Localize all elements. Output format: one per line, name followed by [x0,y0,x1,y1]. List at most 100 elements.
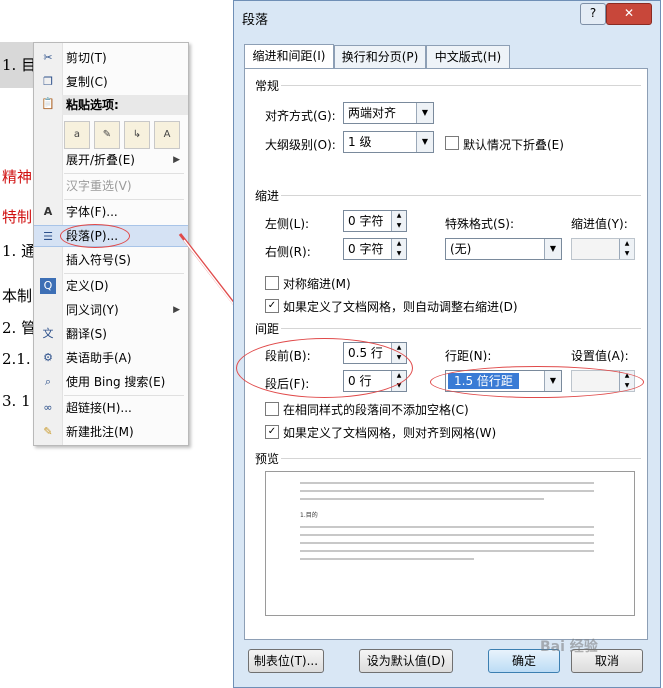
preview-sample-text: 1.目的 [300,512,318,519]
paste-header-icon-slot: 📋 [34,93,62,115]
indent-by-spinner[interactable]: ▲ ▼ [571,238,635,260]
preview-line [300,482,594,484]
collapsed-by-default-checkbox[interactable] [445,136,459,150]
button-label: 设为默认值(D) [366,654,446,668]
line-spacing-highlight-oval [430,366,644,398]
assistant-icon: ⚙ [43,351,53,364]
indent-left-spinner[interactable]: 0 字符 ▲ ▼ [343,210,407,232]
section-divider [281,458,641,459]
copy-icon: ❐ [43,75,53,88]
menu-item-copy[interactable]: ❐ 复制(C) [34,71,188,93]
menu-item-cut[interactable]: ✂ 剪切(T) [34,47,188,69]
paste-keep-format-button[interactable]: a [64,121,90,149]
preview-line [300,550,594,552]
paste-merge-format-button[interactable]: ✎ [94,121,120,149]
alignment-select[interactable]: 两端对齐 ▼ [343,102,434,124]
menu-item-label: 新建批注(M) [66,425,134,439]
auto-adjust-indent-checkbox[interactable]: ✓ [265,299,279,313]
comment-icon: ✎ [43,425,53,438]
paste-text-only-icon: A [163,129,171,140]
checkmark-icon: ✓ [267,300,277,311]
tab-asian-typography[interactable]: 中文版式(H) [426,45,510,68]
menu-item-synonyms[interactable]: 同义词(Y) ▶ [34,299,188,321]
clipboard-icon: 📋 [41,97,55,110]
paragraph-highlight-oval [60,224,130,248]
menu-item-label: 超链接(H)... [66,401,132,415]
link-icon: ∞ [43,401,53,414]
snap-to-grid-label: 如果定义了文档网格，则对齐到网格(W) [283,426,497,440]
spin-down-icon[interactable]: ▼ [391,249,406,259]
menu-item-define[interactable]: Q 定义(D) [34,275,188,297]
section-indentation: 缩进 [255,189,280,203]
menu-item-reconvert: 汉字重选(V) [34,175,188,197]
menu-item-label: 复制(C) [66,75,108,89]
submenu-arrow-icon: ▶ [173,155,180,165]
menu-item-label: 英语助手(A) [66,351,132,365]
indent-right-spinner[interactable]: 0 字符 ▲ ▼ [343,238,407,260]
doc-line: 本制 [2,287,33,305]
paragraph-preview: 1.目的 [265,471,635,616]
tabs-button[interactable]: 制表位(T)... [248,649,324,673]
preview-line [300,542,594,544]
spin-down-icon[interactable]: ▼ [391,221,406,231]
section-divider [281,195,641,196]
snap-to-grid-checkbox[interactable]: ✓ [265,425,279,439]
menu-item-label: 定义(D) [66,279,109,293]
menu-item-insert-symbol[interactable]: 插入符号(S) [34,249,188,271]
menu-item-new-comment[interactable]: ✎ 新建批注(M) [34,421,188,443]
special-indent-select[interactable]: (无) ▼ [445,238,562,260]
no-space-same-style-label: 在相同样式的段落间不添加空格(C) [283,403,469,417]
outline-level-select[interactable]: 1 级 ▼ [343,131,434,153]
tab-indents-spacing[interactable]: 缩进和间距(I) [244,44,334,69]
menu-item-label: 插入符号(S) [66,253,131,267]
doc-line: 2. 管 [2,319,37,337]
dialog-title: 段落 [242,13,269,28]
spacing-highlight-oval [236,338,413,398]
mirror-indents-checkbox[interactable] [265,276,279,290]
menu-item-english-assistant[interactable]: ⚙ 英语助手(A) [34,347,188,369]
preview-line [300,534,594,536]
menu-separator [64,395,184,396]
menu-item-expand-collapse[interactable]: 展开/折叠(E) ▶ [34,149,188,171]
checkmark-icon: ✓ [267,426,277,437]
scissors-icon: ✂ [43,51,53,64]
font-icon: A [43,205,53,218]
help-button[interactable]: ? [580,3,606,25]
alignment-value: 两端对齐 [348,106,397,120]
outline-level-label: 大纲级别(O): [265,138,336,152]
dictionary-icon: Q [40,278,56,294]
translate-icon: 文 [42,327,54,340]
watermark: Bai 经验 [540,639,598,655]
menu-item-font[interactable]: A 字体(F)... [34,201,188,223]
preview-line [300,490,594,492]
alignment-label: 对齐方式(G): [265,109,336,123]
spin-down-icon[interactable]: ▼ [619,249,634,259]
paragraph-icon: ☰ [43,230,53,243]
menu-item-bing-search[interactable]: ⌕ 使用 Bing 搜索(E) [34,371,188,393]
paste-keep-format-icon: a [73,129,81,140]
menu-item-label: 使用 Bing 搜索(E) [66,375,166,389]
section-divider [281,328,641,329]
tab-line-page-breaks[interactable]: 换行和分页(P) [334,45,426,68]
outline-level-value: 1 级 [348,135,372,149]
menu-item-translate[interactable]: 文 翻译(S) [34,323,188,345]
no-space-same-style-checkbox[interactable] [265,402,279,416]
menu-item-label: 同义词(Y) [66,303,119,317]
menu-item-hyperlink[interactable]: ∞ 超链接(H)... [34,397,188,419]
set-default-button[interactable]: 设为默认值(D) [359,649,453,673]
section-spacing: 间距 [255,322,280,336]
search-icon: ⌕ [44,375,52,388]
paste-merge-format-icon: ✎ [102,129,112,140]
menu-separator [64,273,184,274]
chevron-down-icon: ▼ [544,239,561,259]
indent-right-label: 右侧(R): [265,245,311,259]
line-spacing-label: 行距(N): [445,349,492,363]
paste-picture-button[interactable]: ↳ [124,121,150,149]
doc-line: 1. 通 [2,242,37,260]
paste-text-only-button[interactable]: A [154,121,180,149]
doc-line: 精神 [2,168,33,186]
doc-line: 1. 目 [2,56,37,74]
spacing-at-label: 设置值(A): [571,349,629,363]
close-button[interactable]: ✕ [606,3,652,25]
menu-item-label: 字体(F)... [66,205,118,219]
